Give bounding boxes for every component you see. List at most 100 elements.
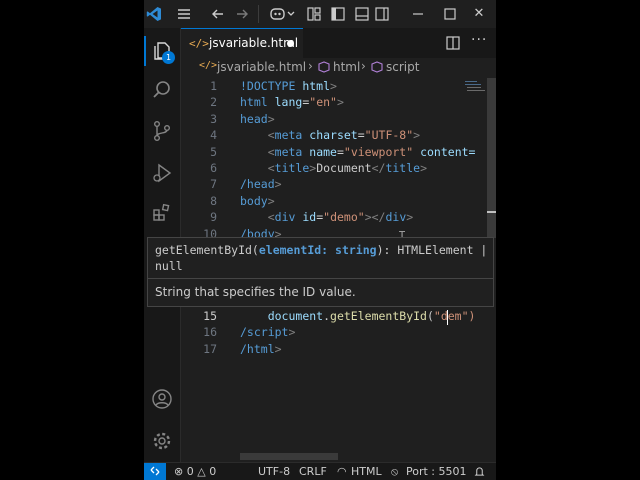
line-number: 5 — [210, 144, 217, 159]
code-line: html lang="en"> — [240, 94, 344, 110]
error-icon: ⊗ — [174, 465, 184, 478]
breadcrumb-symbol[interactable]: script — [386, 60, 419, 74]
close-icon[interactable]: ✕ — [470, 4, 488, 24]
explorer-icon[interactable]: 1 — [144, 36, 179, 66]
code-token: </ — [371, 161, 386, 175]
tab-jsvariable[interactable]: </> jsvariable.html — [181, 28, 303, 58]
extensions-icon[interactable] — [147, 198, 177, 228]
account-icon[interactable] — [147, 384, 177, 414]
code-token: /script — [240, 325, 289, 340]
warning-icon: △ — [197, 465, 206, 478]
code-token: < — [267, 210, 275, 225]
line-number: 7 — [210, 177, 217, 192]
code-line: document.getElementById("dem") — [240, 308, 476, 324]
code-token: ") — [461, 309, 476, 323]
horizontal-scrollbar[interactable] — [240, 453, 338, 460]
code-token: !DOCTYPE — [240, 79, 303, 93]
language-mode[interactable]: HTML — [351, 463, 382, 480]
live-server-port[interactable]: Port : 5501 — [406, 463, 467, 480]
customize-layout-icon[interactable] — [304, 4, 324, 24]
explorer-badge: 1 — [162, 51, 175, 64]
code-token: > — [413, 128, 421, 143]
code-token: > — [267, 193, 275, 208]
code-token: > — [288, 325, 296, 340]
language-mode-icon: ◠ — [337, 465, 347, 478]
code-token: < — [267, 144, 275, 159]
code-token: /head — [240, 177, 275, 192]
error-count: 0 — [186, 465, 194, 478]
breadcrumb-file[interactable]: jsvariable.html — [217, 60, 306, 74]
code-token: "en" — [309, 95, 337, 110]
code-token: "demo" — [323, 210, 365, 225]
code-token: > — [330, 79, 337, 93]
editor-tabs: </> jsvariable.html ··· — [181, 28, 496, 58]
code-token: /html — [240, 341, 275, 356]
breadcrumb-element-icon — [318, 61, 330, 76]
remote-icon[interactable] — [144, 463, 166, 480]
code-token: charset — [309, 128, 358, 143]
title-divider — [258, 5, 259, 23]
line-number: 1 — [210, 79, 217, 93]
hover-signature: getElementById(elementId: string): HTMLE… — [155, 242, 487, 258]
code-token: content= — [413, 144, 476, 159]
vscode-logo-icon[interactable] — [144, 4, 164, 24]
code-token: "UTF-8" — [364, 128, 414, 143]
notifications-bell-icon[interactable] — [474, 463, 485, 480]
code-token: > — [336, 95, 344, 110]
code-line: /script> — [240, 324, 295, 340]
code-line: head> — [240, 111, 275, 127]
toggle-panel-icon[interactable] — [352, 4, 372, 24]
code-line: /html> — [240, 341, 282, 357]
search-icon[interactable] — [147, 75, 177, 105]
arrow-right-icon[interactable] — [232, 4, 252, 24]
eol-indicator[interactable]: CRLF — [299, 463, 327, 480]
code-token: head — [240, 111, 268, 126]
copilot-icon[interactable] — [268, 4, 298, 24]
arrow-left-icon[interactable] — [208, 4, 228, 24]
toggle-secondary-sidebar-icon[interactable] — [372, 4, 392, 24]
hover-param: elementId: string — [258, 243, 377, 257]
title-bar: ✕ — [144, 0, 496, 28]
code-token: < — [267, 161, 275, 175]
line-number: 2 — [210, 95, 217, 110]
hamburger-icon[interactable] — [174, 4, 194, 24]
breadcrumb: </> jsvariable.html › html › script — [181, 58, 496, 78]
code-token: = — [336, 144, 344, 159]
code-line: /head> — [240, 176, 282, 192]
code-token: div — [274, 210, 303, 225]
more-actions-icon[interactable]: ··· — [471, 32, 487, 48]
code-token: Document — [316, 161, 372, 175]
unsaved-dot-icon[interactable] — [287, 40, 294, 47]
problems-indicator[interactable]: ⊗ 0 △ 0 — [174, 463, 216, 480]
source-control-icon[interactable] — [147, 116, 177, 146]
minimap[interactable] — [463, 78, 487, 102]
run-debug-icon[interactable] — [147, 158, 177, 188]
warning-count: 0 — [209, 465, 217, 478]
line-number: 16 — [203, 325, 217, 340]
code-token: meta — [274, 128, 310, 143]
breadcrumb-element[interactable]: html — [333, 60, 360, 74]
status-bar: ⊗ 0 △ 0 UTF-8 CRLF ◠ HTML ⦸ Port : 5501 — [144, 462, 496, 480]
vertical-scrollbar[interactable] — [487, 78, 496, 238]
line-number: 4 — [210, 128, 217, 143]
minimize-icon[interactable] — [408, 4, 428, 24]
restore-icon[interactable] — [440, 4, 460, 24]
encoding-indicator[interactable]: UTF-8 — [258, 463, 290, 480]
code-token: meta — [274, 144, 310, 159]
line-number: 15 — [203, 309, 217, 323]
toggle-sidebar-icon[interactable] — [328, 4, 348, 24]
split-editor-icon[interactable] — [446, 35, 460, 54]
code-token: document — [267, 309, 324, 323]
code-token: html — [302, 79, 331, 93]
line-number: 3 — [210, 111, 217, 126]
code-token: div — [385, 210, 407, 225]
chevron-right-icon: › — [308, 59, 313, 73]
settings-gear-icon[interactable] — [147, 426, 177, 456]
code-token: lang — [274, 95, 303, 110]
code-line: <meta charset="UTF-8"> — [240, 127, 420, 143]
line-number: 6 — [210, 161, 217, 175]
